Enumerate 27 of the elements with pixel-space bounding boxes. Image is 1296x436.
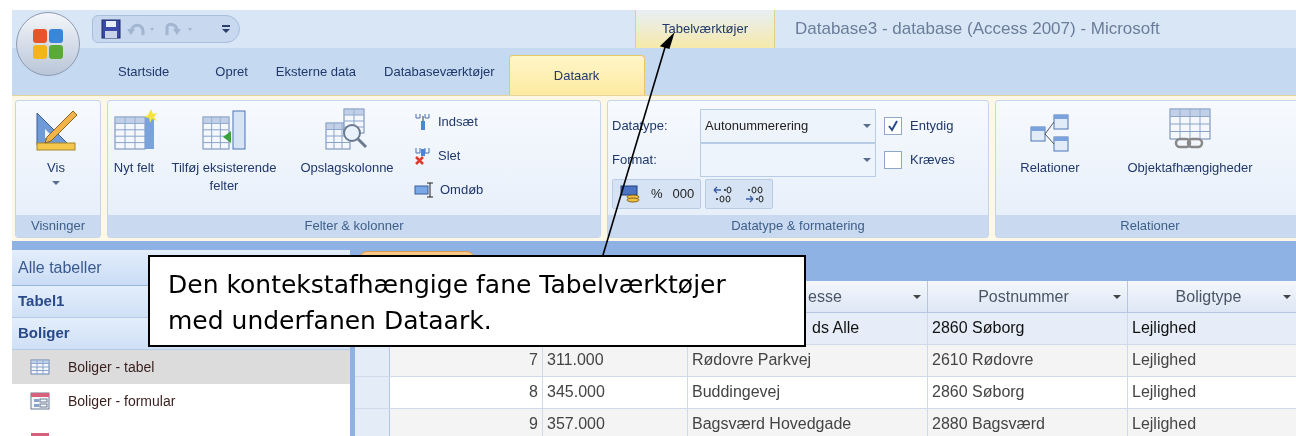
group-label: Datatype & formatering xyxy=(608,215,988,237)
window-title: Database3 - database (Access 2007) - Microsoft xyxy=(794,18,1160,41)
table-cell: 8 xyxy=(529,382,538,401)
table-cell: Lejlighed xyxy=(1132,414,1197,433)
table-cell: 7 xyxy=(529,350,538,369)
callout-tooltip: Den kontekstafhængige fane Tabelværktøjer med underfanen Dataark. xyxy=(148,255,806,347)
table-cell: 2860 Søborg xyxy=(932,382,1025,401)
table-cell: 2880 Bagsværd xyxy=(932,414,1045,433)
table-cell: 357.000 xyxy=(547,414,605,433)
contextual-tab-header: Tabelværktøjer xyxy=(635,10,775,48)
table-cell-text: ds Alle xyxy=(811,318,860,337)
table-cell: 2860 Søborg xyxy=(932,318,1025,337)
table-cell: Buddingevej xyxy=(692,382,781,401)
table-cell: Bagsværd Hovedgade xyxy=(692,414,852,433)
table-cell: 345.000 xyxy=(547,382,605,401)
checkbox-label: Kræves xyxy=(910,151,955,170)
table-cell: Lejlighed xyxy=(1132,350,1197,369)
group-label: Visninger xyxy=(16,215,100,237)
group-label: Relationer xyxy=(996,215,1296,237)
checkbox-label: Entydig xyxy=(910,117,954,136)
table-cell: Lejlighed xyxy=(1132,382,1197,401)
table-cell: Rødovre Parkvej xyxy=(692,350,812,369)
group-label: Felter & kolonner xyxy=(108,215,600,237)
table-cell: Lejlighed xyxy=(1132,318,1197,337)
table-cell: 2610 Rødovre xyxy=(932,350,1034,369)
table-cell: 9 xyxy=(529,414,538,433)
table-cell: 311.000 xyxy=(547,350,604,369)
